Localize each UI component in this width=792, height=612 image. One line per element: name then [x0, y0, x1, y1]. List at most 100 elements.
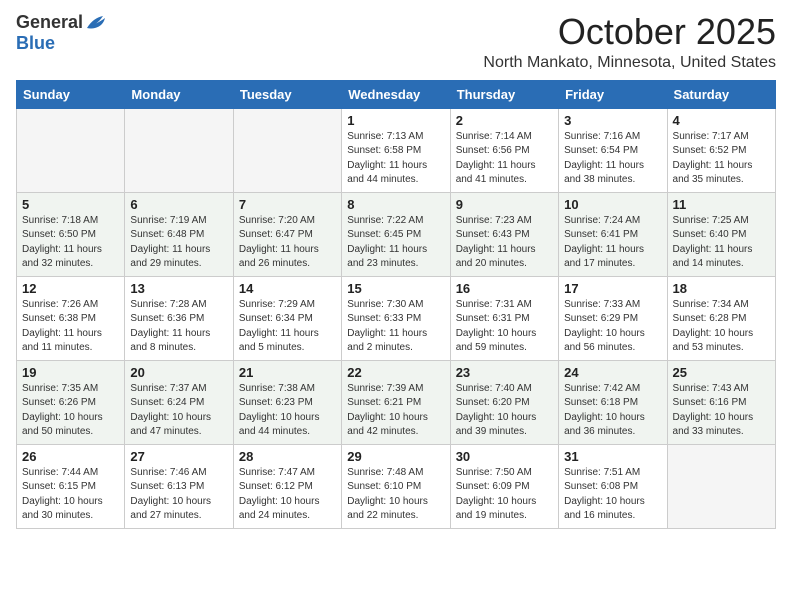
day-number: 18	[673, 281, 770, 296]
logo-blue-text: Blue	[16, 33, 55, 54]
calendar-cell-4-4: 30Sunrise: 7:50 AMSunset: 6:09 PMDayligh…	[450, 444, 558, 528]
month-title: October 2025	[483, 12, 776, 52]
day-number: 26	[22, 449, 119, 464]
day-info: Sunrise: 7:20 AMSunset: 6:47 PMDaylight:…	[239, 214, 336, 272]
calendar-cell-4-0: 26 Sunrise: 7:44 AMSunset: 6:15 PMDayligh…	[17, 444, 125, 528]
location-text: North Mankato, Minnesota, United States	[483, 54, 776, 72]
day-number: 22	[347, 365, 444, 380]
day-info: Sunrise: 7:40 AMSunset: 6:20 PMDaylight:…	[456, 382, 553, 440]
col-friday: Friday	[559, 80, 667, 108]
day-number: 13	[130, 281, 227, 296]
col-tuesday: Tuesday	[233, 80, 341, 108]
calendar-cell-4-6	[667, 444, 775, 528]
logo: General Blue	[16, 12, 107, 54]
calendar-cell-1-5: 10Sunrise: 7:24 AMSunset: 6:41 PMDayligh…	[559, 192, 667, 276]
calendar-header-row: Sunday Monday Tuesday Wednesday Thursday…	[17, 80, 776, 108]
col-sunday: Sunday	[17, 80, 125, 108]
day-info: Sunrise: 7:26 AMSunset: 6:38 PMDaylight:…	[22, 298, 119, 356]
day-number: 10	[564, 197, 661, 212]
calendar-cell-0-2	[233, 108, 341, 192]
day-number: 29	[347, 449, 444, 464]
day-number: 15	[347, 281, 444, 296]
day-number: 6	[130, 197, 227, 212]
calendar-cell-1-0: 5 Sunrise: 7:18 AMSunset: 6:50 PMDaylight…	[17, 192, 125, 276]
calendar-cell-0-3: 1Sunrise: 7:13 AMSunset: 6:58 PMDaylight…	[342, 108, 450, 192]
calendar-week-row-0: 1Sunrise: 7:13 AMSunset: 6:58 PMDaylight…	[17, 108, 776, 192]
calendar-cell-2-1: 13 Sunrise: 7:28 AMSunset: 6:36 PMDayligh…	[125, 276, 233, 360]
day-number: 16	[456, 281, 553, 296]
calendar-cell-4-2: 28Sunrise: 7:47 AMSunset: 6:12 PMDayligh…	[233, 444, 341, 528]
calendar-cell-3-2: 21 Sunrise: 7:38 AMSunset: 6:23 PMDayligh…	[233, 360, 341, 444]
day-number: 5	[22, 197, 119, 212]
day-number: 14	[239, 281, 336, 296]
calendar-cell-0-5: 3 Sunrise: 7:16 AMSunset: 6:54 PMDaylight…	[559, 108, 667, 192]
col-saturday: Saturday	[667, 80, 775, 108]
day-info: Sunrise: 7:51 AMSunset: 6:08 PMDaylight:…	[564, 466, 661, 524]
day-number: 31	[564, 449, 661, 464]
day-number: 25	[673, 365, 770, 380]
calendar-cell-1-6: 11Sunrise: 7:25 AMSunset: 6:40 PMDayligh…	[667, 192, 775, 276]
day-info: Sunrise: 7:23 AMSunset: 6:43 PMDaylight:…	[456, 214, 553, 272]
calendar-cell-2-0: 12 Sunrise: 7:26 AMSunset: 6:38 PMDayligh…	[17, 276, 125, 360]
col-monday: Monday	[125, 80, 233, 108]
day-info: Sunrise: 7:33 AMSunset: 6:29 PMDaylight:…	[564, 298, 661, 356]
calendar-cell-4-5: 31 Sunrise: 7:51 AMSunset: 6:08 PMDayligh…	[559, 444, 667, 528]
day-number: 8	[347, 197, 444, 212]
calendar-cell-4-3: 29 Sunrise: 7:48 AMSunset: 6:10 PMDayligh…	[342, 444, 450, 528]
calendar-cell-0-1	[125, 108, 233, 192]
day-info: Sunrise: 7:30 AMSunset: 6:33 PMDaylight:…	[347, 298, 444, 356]
calendar-cell-3-6: 25 Sunrise: 7:43 AMSunset: 6:16 PMDayligh…	[667, 360, 775, 444]
day-number: 11	[673, 197, 770, 212]
calendar-cell-0-6: 4 Sunrise: 7:17 AMSunset: 6:52 PMDaylight…	[667, 108, 775, 192]
calendar-cell-1-2: 7 Sunrise: 7:20 AMSunset: 6:47 PMDaylight…	[233, 192, 341, 276]
day-number: 30	[456, 449, 553, 464]
day-info: Sunrise: 7:43 AMSunset: 6:16 PMDaylight:…	[673, 382, 770, 440]
calendar-cell-3-4: 23Sunrise: 7:40 AMSunset: 6:20 PMDayligh…	[450, 360, 558, 444]
calendar-cell-0-4: 2 Sunrise: 7:14 AMSunset: 6:56 PMDaylight…	[450, 108, 558, 192]
col-thursday: Thursday	[450, 80, 558, 108]
day-info: Sunrise: 7:34 AMSunset: 6:28 PMDaylight:…	[673, 298, 770, 356]
col-wednesday: Wednesday	[342, 80, 450, 108]
day-number: 3	[564, 113, 661, 128]
day-info: Sunrise: 7:14 AMSunset: 6:56 PMDaylight:…	[456, 130, 553, 188]
calendar-cell-3-0: 19Sunrise: 7:35 AMSunset: 6:26 PMDayligh…	[17, 360, 125, 444]
calendar-cell-0-0	[17, 108, 125, 192]
day-number: 7	[239, 197, 336, 212]
day-number: 4	[673, 113, 770, 128]
calendar-cell-1-3: 8 Sunrise: 7:22 AMSunset: 6:45 PMDaylight…	[342, 192, 450, 276]
day-info: Sunrise: 7:16 AMSunset: 6:54 PMDaylight:…	[564, 130, 661, 188]
calendar-cell-3-1: 20 Sunrise: 7:37 AMSunset: 6:24 PMDayligh…	[125, 360, 233, 444]
day-info: Sunrise: 7:42 AMSunset: 6:18 PMDaylight:…	[564, 382, 661, 440]
logo-bird-icon	[85, 14, 107, 32]
calendar-cell-2-3: 15 Sunrise: 7:30 AMSunset: 6:33 PMDayligh…	[342, 276, 450, 360]
calendar-cell-1-4: 9 Sunrise: 7:23 AMSunset: 6:43 PMDaylight…	[450, 192, 558, 276]
day-info: Sunrise: 7:28 AMSunset: 6:36 PMDaylight:…	[130, 298, 227, 356]
page: General Blue October 2025 North Mankato,…	[0, 0, 792, 612]
day-info: Sunrise: 7:13 AMSunset: 6:58 PMDaylight:…	[347, 130, 444, 188]
day-number: 21	[239, 365, 336, 380]
day-number: 28	[239, 449, 336, 464]
day-info: Sunrise: 7:17 AMSunset: 6:52 PMDaylight:…	[673, 130, 770, 188]
day-number: 20	[130, 365, 227, 380]
day-info: Sunrise: 7:44 AMSunset: 6:15 PMDaylight:…	[22, 466, 119, 524]
day-number: 2	[456, 113, 553, 128]
calendar-week-row-2: 12 Sunrise: 7:26 AMSunset: 6:38 PMDayligh…	[17, 276, 776, 360]
day-number: 17	[564, 281, 661, 296]
calendar-cell-2-6: 18 Sunrise: 7:34 AMSunset: 6:28 PMDayligh…	[667, 276, 775, 360]
calendar-cell-1-1: 6 Sunrise: 7:19 AMSunset: 6:48 PMDaylight…	[125, 192, 233, 276]
logo-general-text: General	[16, 12, 83, 33]
day-info: Sunrise: 7:22 AMSunset: 6:45 PMDaylight:…	[347, 214, 444, 272]
calendar-week-row-1: 5 Sunrise: 7:18 AMSunset: 6:50 PMDaylight…	[17, 192, 776, 276]
day-info: Sunrise: 7:48 AMSunset: 6:10 PMDaylight:…	[347, 466, 444, 524]
day-info: Sunrise: 7:35 AMSunset: 6:26 PMDaylight:…	[22, 382, 119, 440]
day-number: 12	[22, 281, 119, 296]
day-number: 9	[456, 197, 553, 212]
day-number: 24	[564, 365, 661, 380]
calendar-week-row-3: 19Sunrise: 7:35 AMSunset: 6:26 PMDayligh…	[17, 360, 776, 444]
day-info: Sunrise: 7:38 AMSunset: 6:23 PMDaylight:…	[239, 382, 336, 440]
day-info: Sunrise: 7:19 AMSunset: 6:48 PMDaylight:…	[130, 214, 227, 272]
day-info: Sunrise: 7:31 AMSunset: 6:31 PMDaylight:…	[456, 298, 553, 356]
day-info: Sunrise: 7:37 AMSunset: 6:24 PMDaylight:…	[130, 382, 227, 440]
calendar-cell-2-4: 16 Sunrise: 7:31 AMSunset: 6:31 PMDayligh…	[450, 276, 558, 360]
day-info: Sunrise: 7:18 AMSunset: 6:50 PMDaylight:…	[22, 214, 119, 272]
